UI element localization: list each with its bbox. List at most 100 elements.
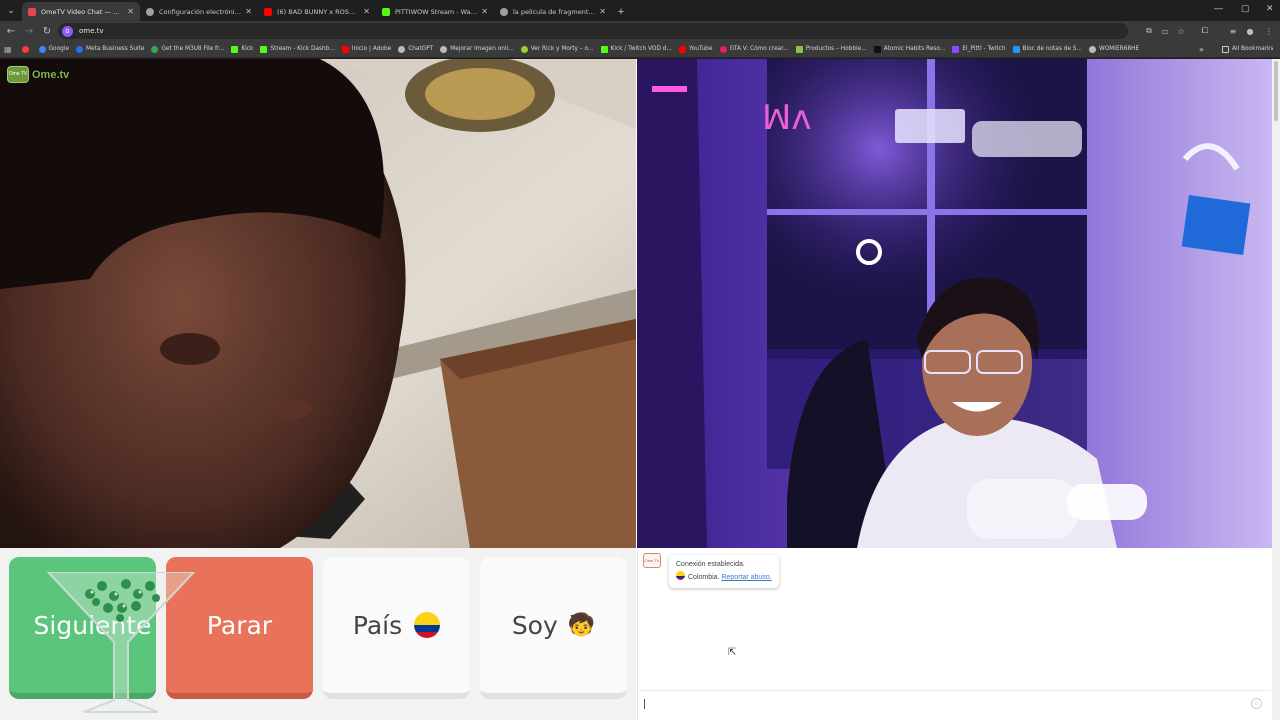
reload-icon[interactable]: ↻: [38, 22, 56, 40]
tab-ometv[interactable]: OmeTV Video Chat — Ome ✕: [22, 2, 140, 21]
tab-title: (6) BAD BUNNY x ROSALÍA - La: [277, 7, 360, 16]
message-bubble: Conexión establecida. Colombia. Reportar…: [669, 555, 779, 588]
bookmark-favicon: [21, 45, 29, 53]
extensions-icon[interactable]: ⧠: [1198, 23, 1212, 39]
bookmark-favicon: [520, 45, 528, 53]
bookmark-item[interactable]: Atomic Habits Reso...: [873, 45, 946, 53]
bookmark-item[interactable]: [21, 45, 32, 53]
tab-configuracion[interactable]: Configuración electrónica cero ✕: [140, 2, 258, 21]
tab-close-icon[interactable]: ✕: [127, 7, 134, 16]
menu-icon[interactable]: ⋮: [1262, 23, 1276, 39]
tab-title: OmeTV Video Chat — Ome: [41, 7, 124, 16]
tab-youtube[interactable]: (6) BAD BUNNY x ROSALÍA - La ✕: [258, 2, 376, 21]
close-window-icon[interactable]: ✕: [1266, 3, 1274, 14]
bookmark-item[interactable]: Inicio | Adobe: [341, 45, 392, 53]
all-bookmarks[interactable]: All Bookmarks: [1222, 45, 1273, 53]
folder-icon: [1222, 45, 1229, 53]
bookmark-label: Google: [48, 46, 70, 52]
mouse-cursor-icon: ⇱: [728, 647, 737, 658]
tab-favicon: [500, 7, 508, 16]
bookmark-item[interactable]: Google: [38, 45, 70, 53]
bookmark-label: Inicio | Adobe: [351, 46, 392, 52]
browser-toolbar: ← → ↻ o ome.tv ⧉ ▭ ☆ ⧠ ≡ ● ⋮: [0, 21, 1280, 41]
address-bar[interactable]: o ome.tv: [58, 23, 1128, 39]
scrollbar-thumb[interactable]: [1274, 61, 1278, 121]
bookmark-item[interactable]: Stream - Kick Dashb...: [260, 45, 335, 53]
report-abuse-link[interactable]: Reportar abuso.: [721, 574, 771, 581]
stop-button[interactable]: Parar: [166, 557, 313, 699]
bookmark-item[interactable]: Meta Business Suite: [76, 45, 145, 53]
tab-pelicula[interactable]: la película de fragmentado - Bi ✕: [494, 2, 612, 21]
site-info-icon[interactable]: o: [62, 25, 73, 37]
bookmark-item[interactable]: El_Pitti - Twitch: [952, 45, 1006, 53]
bookmark-label: Bloc de notas de S...: [1022, 46, 1083, 52]
bookmark-label: El_Pitti - Twitch: [962, 46, 1006, 52]
bookmark-item[interactable]: Productos – Hobbie...: [795, 45, 867, 53]
bookmark-label: Meta Business Suite: [86, 46, 145, 52]
maximize-icon[interactable]: ▢: [1241, 3, 1250, 14]
country-button[interactable]: País: [323, 557, 470, 699]
bookmark-item[interactable]: Kick / Twitch VOD d...: [600, 45, 672, 53]
bookmark-item[interactable]: Bloc de notas de S...: [1012, 45, 1083, 53]
back-icon[interactable]: ←: [2, 22, 20, 40]
bookmark-label: Ver Rick y Morty – o...: [530, 46, 594, 52]
bookmark-item[interactable]: Mejorar imagen onli...: [440, 45, 514, 53]
media-icon[interactable]: ≡: [1226, 23, 1240, 39]
bookmark-star-icon[interactable]: ☆: [1174, 23, 1188, 39]
tab-title: Configuración electrónica cero: [159, 7, 242, 16]
tab-search-icon[interactable]: ⌄: [0, 0, 22, 21]
tab-close-icon[interactable]: ✕: [599, 7, 606, 16]
tab-close-icon[interactable]: ✕: [363, 7, 370, 16]
bookmark-item[interactable]: Kick: [231, 45, 254, 53]
system-message: Ome TV Conexión establecida. Colombia. R…: [643, 553, 779, 588]
controls-panel: Siguiente Parar País Soy 🧒: [0, 548, 636, 720]
remote-video-frame: ꟽʌ: [637, 59, 1272, 548]
bookmark-favicon: [440, 45, 448, 53]
bookmark-item[interactable]: Get the M3U8 File fr...: [151, 45, 224, 53]
ometv-logo[interactable]: Ome TV Ome.tv: [7, 66, 69, 83]
chat-panel: Ome TV Conexión establecida. Colombia. R…: [637, 548, 1272, 720]
bookmark-favicon: [719, 45, 727, 53]
colombia-flag-icon: [676, 571, 685, 580]
new-tab-icon[interactable]: +: [612, 2, 630, 21]
local-video: Ome TV Ome.tv: [0, 59, 636, 548]
bookmark-label: Kick / Twitch VOD d...: [610, 46, 672, 52]
translate-icon[interactable]: ⧉: [1142, 23, 1156, 39]
country-button-label: País: [352, 610, 403, 640]
apps-icon[interactable]: ▦: [4, 45, 12, 54]
bookmark-item[interactable]: ChatGPT: [398, 45, 433, 53]
emoji-icon[interactable]: ☺: [1251, 698, 1262, 709]
minimize-icon[interactable]: —: [1214, 3, 1223, 13]
bookmark-label: Kick: [241, 46, 254, 52]
logo-badge: Ome TV: [7, 66, 29, 83]
bookmark-favicon: [600, 45, 608, 53]
bookmark-favicon: [341, 45, 349, 53]
country-line: Colombia. Reportar abuso.: [676, 571, 772, 584]
gender-button[interactable]: Soy 🧒: [480, 557, 627, 699]
tab-close-icon[interactable]: ✕: [481, 7, 488, 16]
bookmark-favicon: [260, 45, 268, 53]
profile-avatar[interactable]: ●: [1243, 23, 1257, 39]
bookmark-favicon: [151, 45, 159, 53]
ometv-avatar: Ome TV: [643, 553, 661, 568]
bookmark-item[interactable]: Ver Rick y Morty – o...: [520, 45, 594, 53]
bookmark-item[interactable]: YouTube: [678, 45, 713, 53]
bookmarks-bar: ▦ Google Meta Business Suite Get the M3U…: [0, 41, 1280, 58]
bookmark-label: Atomic Habits Reso...: [883, 46, 946, 52]
bookmark-item[interactable]: WOMIER68HE: [1089, 45, 1139, 53]
scrollbar-track[interactable]: [1272, 59, 1280, 720]
tab-title: PITTIWOW Stream - Watch Live: [395, 7, 477, 16]
stop-button-label: Parar: [206, 610, 273, 640]
chat-input[interactable]: ☺: [638, 690, 1271, 715]
tab-kick[interactable]: PITTIWOW Stream - Watch Live ✕: [376, 2, 494, 21]
local-video-frame: [0, 59, 636, 548]
remote-video: ꟽʌ: [637, 59, 1272, 548]
cast-icon[interactable]: ▭: [1158, 23, 1172, 39]
bookmark-item[interactable]: GTA V: Cómo crear...: [719, 45, 789, 53]
tab-close-icon[interactable]: ✕: [245, 7, 252, 16]
bookmark-favicon: [873, 45, 881, 53]
next-button[interactable]: Siguiente: [9, 557, 156, 699]
bookmark-favicon: [952, 45, 960, 53]
bookmarks-overflow-icon[interactable]: »: [1199, 45, 1204, 54]
forward-icon[interactable]: →: [20, 22, 38, 40]
